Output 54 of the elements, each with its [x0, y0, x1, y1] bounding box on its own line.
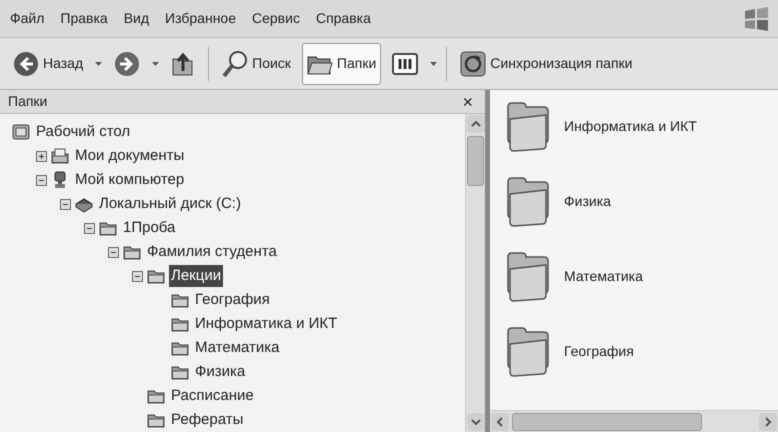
back-button[interactable]: Назад [8, 42, 88, 84]
folder-up-icon [171, 50, 196, 76]
tree-item[interactable]: Физика [193, 360, 248, 384]
scroll-thumb[interactable] [512, 412, 702, 430]
folders-button[interactable]: Папки [302, 42, 382, 84]
tree-item[interactable]: Расписание [169, 384, 256, 408]
collapse-icon[interactable] [60, 198, 71, 210]
menu-item[interactable]: Вид [124, 8, 150, 29]
tree-item[interactable]: 1Проба [121, 216, 178, 240]
folder-label[interactable]: География [564, 341, 634, 362]
tree-item[interactable]: Рабочий стол [34, 120, 132, 144]
expand-icon[interactable] [36, 150, 47, 162]
scroll-left-icon[interactable] [490, 412, 510, 432]
pane-title: Папки [8, 92, 48, 111]
scroll-thumb[interactable] [467, 136, 484, 186]
tree-item[interactable]: Локальный диск (C:) [97, 192, 243, 216]
desktop-icon [12, 123, 30, 141]
menu-item[interactable]: Справка [316, 8, 371, 29]
collapse-icon[interactable] [132, 270, 143, 282]
collapse-icon[interactable] [108, 246, 119, 258]
tree-item[interactable]: Мои документы [73, 144, 186, 168]
grid-view-icon [392, 52, 418, 74]
menu-item[interactable]: Избранное [165, 8, 236, 29]
horizontal-scrollbar[interactable] [490, 410, 778, 432]
tree-item[interactable]: Фамилия студента [145, 240, 279, 264]
folder-label[interactable]: Информатика и ИКТ [564, 116, 697, 137]
tree-item[interactable]: География [193, 288, 272, 312]
folder-label[interactable]: Математика [564, 266, 643, 287]
arrow-right-icon [114, 50, 140, 76]
tree-item[interactable]: Математика [193, 336, 282, 360]
sync-icon [460, 50, 486, 76]
windows-logo-icon [742, 6, 770, 32]
tree-item[interactable]: Мой компьютер [73, 168, 186, 192]
search-button[interactable]: Поиск [217, 42, 296, 84]
scroll-right-icon[interactable] [758, 412, 778, 432]
close-button[interactable]: × [458, 92, 477, 110]
dropdown-caret-icon[interactable] [429, 60, 438, 66]
folder-label[interactable]: Физика [564, 191, 611, 212]
tree-item[interactable]: Лекции [169, 264, 224, 288]
scroll-down-icon[interactable] [466, 412, 486, 432]
search-icon [222, 50, 248, 78]
collapse-icon[interactable] [84, 222, 95, 234]
dropdown-caret-icon[interactable] [94, 60, 104, 66]
menu-item[interactable]: Сервис [252, 8, 300, 29]
sync-button[interactable]: Синхронизация папки [455, 42, 638, 84]
vertical-scrollbar[interactable] [465, 114, 485, 432]
menu-item[interactable]: Правка [60, 8, 108, 29]
collapse-icon[interactable] [36, 174, 47, 186]
dropdown-caret-icon[interactable] [151, 60, 160, 66]
arrow-left-icon [13, 50, 39, 76]
tree-item[interactable]: Информатика и ИКТ [193, 312, 340, 336]
tree-item[interactable]: Рефераты [169, 408, 246, 432]
scroll-up-icon[interactable] [466, 114, 486, 134]
menu-item[interactable]: Файл [10, 8, 44, 29]
